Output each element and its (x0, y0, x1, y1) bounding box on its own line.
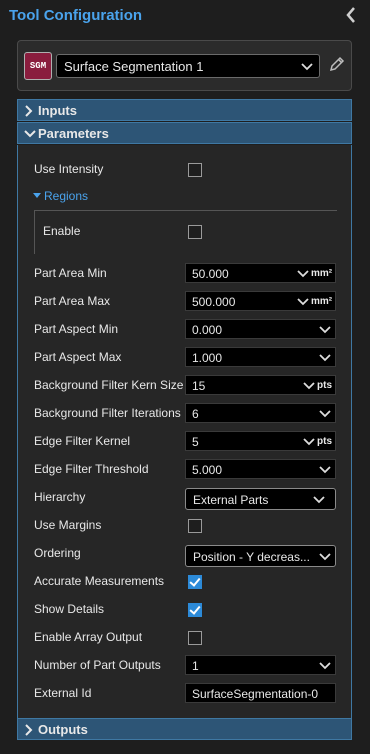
edge-filter-kernel-input[interactable]: 5 pts (185, 431, 336, 451)
bg-filter-iter-value: 6 (192, 407, 199, 421)
tool-select-dropdown[interactable]: Surface Segmentation 1 (56, 54, 320, 78)
use-margins-checkbox[interactable] (188, 519, 202, 533)
hierarchy-label: Hierarchy (34, 490, 86, 504)
chevron-down-icon[interactable] (319, 354, 331, 362)
chevron-down-icon[interactable] (297, 298, 309, 306)
part-aspect-max-value: 1.000 (192, 351, 223, 365)
tool-type-icon: SGM (24, 52, 52, 80)
external-id-input[interactable]: SurfaceSegmentation-0 (185, 683, 336, 703)
ordering-select[interactable]: Position - Y decreas... (185, 545, 336, 567)
edge-filter-kernel-unit: pts (317, 436, 332, 447)
num-part-outputs-input[interactable]: 1 (185, 655, 336, 675)
part-area-max-label: Part Area Max (34, 294, 111, 308)
bg-filter-kern-label: Background Filter Kern Size (34, 378, 184, 392)
show-details-checkbox[interactable] (188, 603, 202, 617)
chevron-down-icon (24, 130, 36, 138)
edge-filter-threshold-label: Edge Filter Threshold (34, 462, 149, 476)
use-margins-label: Use Margins (34, 518, 102, 532)
chevron-down-icon[interactable] (297, 270, 309, 278)
chevron-down-icon (301, 63, 313, 71)
caret-down-icon (33, 193, 41, 198)
edge-filter-kernel-label: Edge Filter Kernel (34, 434, 131, 448)
accurate-measurements-checkbox[interactable] (188, 575, 202, 589)
part-area-min-value: 50.000 (192, 267, 229, 281)
tool-select-value: Surface Segmentation 1 (64, 59, 204, 74)
section-inputs[interactable]: Inputs (17, 99, 352, 121)
tool-selector-card: SGM Surface Segmentation 1 (17, 40, 352, 91)
part-aspect-min-label: Part Aspect Min (34, 322, 119, 336)
show-details-label: Show Details (34, 602, 105, 616)
accurate-measurements-label: Accurate Measurements (34, 574, 165, 588)
part-area-max-value: 500.000 (192, 295, 236, 309)
ordering-value: Position - Y decreas... (193, 550, 310, 564)
part-area-min-label: Part Area Min (34, 266, 107, 280)
part-aspect-min-input[interactable]: 0.000 (185, 319, 336, 339)
edit-pencil-icon[interactable] (329, 56, 345, 72)
section-outputs-label: Outputs (38, 722, 88, 737)
bg-filter-iter-input[interactable]: 6 (185, 403, 336, 423)
part-area-max-input[interactable]: 500.000 mm² (185, 291, 336, 311)
chevron-down-icon[interactable] (319, 466, 331, 474)
num-part-outputs-value: 1 (192, 659, 199, 673)
edge-filter-threshold-value: 5.000 (192, 463, 223, 477)
num-part-outputs-label: Number of Part Outputs (34, 658, 161, 672)
panel-header: Tool Configuration (0, 0, 370, 32)
use-intensity-checkbox[interactable] (188, 163, 202, 177)
section-parameters[interactable]: Parameters (17, 122, 352, 144)
edge-filter-kernel-value: 5 (192, 435, 199, 449)
external-id-label: External Id (34, 686, 92, 700)
use-intensity-label: Use Intensity (34, 162, 104, 176)
external-id-value: SurfaceSegmentation-0 (192, 687, 319, 701)
hierarchy-select[interactable]: External Parts (185, 488, 336, 510)
part-aspect-max-label: Part Aspect Max (34, 350, 122, 364)
part-aspect-min-value: 0.000 (192, 323, 223, 337)
ordering-label: Ordering (34, 546, 81, 560)
chevron-down-icon[interactable] (303, 438, 315, 446)
chevron-right-icon (25, 724, 33, 736)
chevron-down-icon[interactable] (319, 410, 331, 418)
section-parameters-label: Parameters (38, 126, 109, 141)
enable-array-output-label: Enable Array Output (34, 630, 143, 644)
section-outputs[interactable]: Outputs (17, 718, 352, 740)
section-inputs-label: Inputs (38, 103, 77, 118)
bg-filter-kern-unit: pts (317, 380, 332, 391)
enable-array-output-checkbox[interactable] (188, 631, 202, 645)
bg-filter-iter-label: Background Filter Iterations (34, 406, 181, 420)
bg-filter-kern-value: 15 (192, 379, 206, 393)
collapse-panel-icon[interactable] (344, 6, 358, 24)
bg-filter-kern-input[interactable]: 15 pts (185, 375, 336, 395)
chevron-down-icon (319, 553, 331, 561)
part-aspect-max-input[interactable]: 1.000 (185, 347, 336, 367)
part-area-min-unit: mm² (311, 268, 333, 279)
chevron-down-icon (313, 496, 325, 504)
chevron-right-icon (25, 105, 33, 117)
part-area-min-input[interactable]: 50.000 mm² (185, 263, 336, 283)
chevron-down-icon[interactable] (319, 662, 331, 670)
chevron-down-icon[interactable] (303, 382, 315, 390)
regions-enable-label: Enable (43, 224, 81, 238)
regions-enable-checkbox[interactable] (188, 225, 202, 239)
panel-title: Tool Configuration (9, 7, 143, 24)
chevron-down-icon[interactable] (319, 326, 331, 334)
regions-label: Regions (44, 189, 89, 203)
part-area-max-unit: mm² (311, 296, 333, 307)
regions-toggle[interactable]: Regions (33, 189, 88, 203)
edge-filter-threshold-input[interactable]: 5.000 (185, 459, 336, 479)
hierarchy-value: External Parts (193, 493, 269, 507)
